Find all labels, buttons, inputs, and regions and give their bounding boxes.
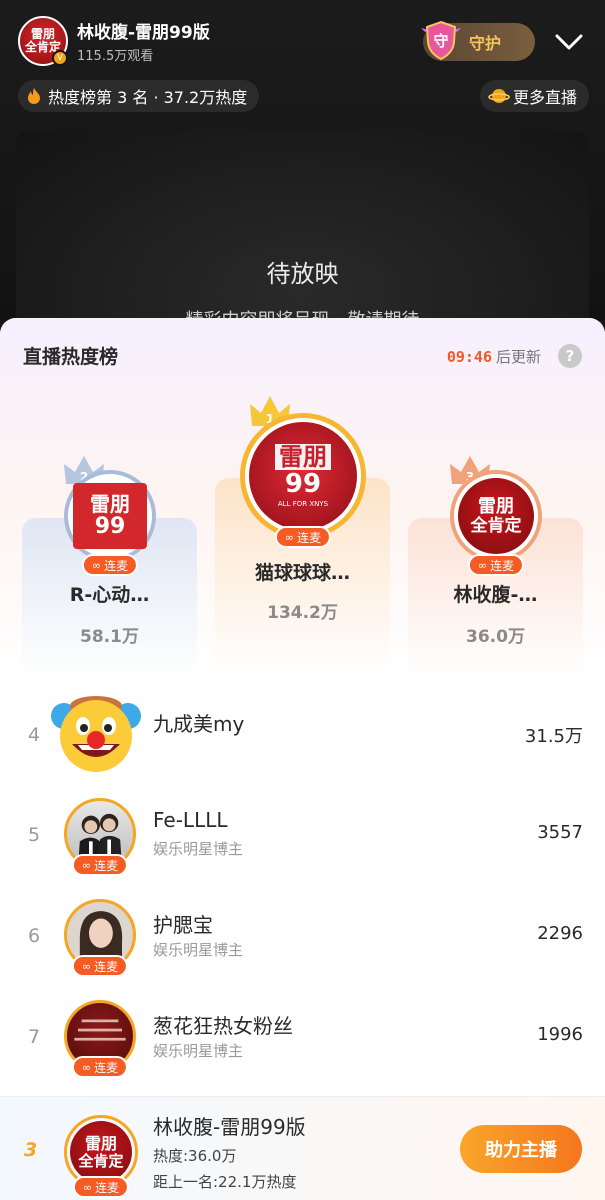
countdown-time: 09:46 [446, 348, 492, 366]
podium-first-name: 猫球球球… [254, 562, 350, 584]
svg-text:守: 守 [433, 32, 448, 50]
list-score: 1996 [537, 1024, 583, 1045]
avatar-99-text: 99 [94, 514, 126, 539]
link-mic-badge: ∞ 连麦 [71, 955, 129, 977]
list-rank: 5 [27, 824, 41, 846]
list-name: 九成美my [153, 712, 245, 736]
planet-icon [488, 89, 510, 103]
video-status: 待放映 [266, 260, 339, 288]
fire-icon [28, 88, 40, 104]
chevron-down-icon[interactable] [553, 28, 585, 56]
update-countdown: 09:46 后更新 [447, 346, 541, 367]
link-mic-badge: ∞ 连麦 [81, 554, 139, 576]
host-info[interactable]: 雷朋 全肯定 V 林收腹-雷朋99版 115.5万观看 [18, 16, 210, 66]
avatar-tagline: ALL FOR XNYS [277, 500, 329, 508]
my-name: 林收腹-雷朋99版 [153, 1115, 306, 1139]
list-item[interactable]: 4 九成美my 31.5万 [0, 686, 605, 786]
my-gap: 距上一名:22.1万热度 [153, 1173, 297, 1191]
list-name: 护腮宝 [153, 913, 213, 937]
podium-second-name: R-心动… [69, 584, 150, 606]
hot-rank-bar[interactable]: 热度榜第 3 名 · 37.2万热度 [18, 80, 260, 112]
list-name: 葱花狂热女粉丝 [153, 1014, 293, 1038]
list-score: 3557 [537, 822, 583, 843]
my-rank-bar: 3 雷朋 全肯定 ∞ 连麦 林收腹-雷朋99版 热度:36.0万 距上一名:22.… [0, 1096, 605, 1200]
video-player[interactable]: 待放映 精彩内容即将呈现，敬请期待 [16, 132, 589, 332]
hot-rank-text: 热度榜第 3 名 · 37.2万热度 [48, 88, 248, 107]
podium-third-avatar[interactable]: 雷朋 全肯定 ∞ 连麦 [450, 470, 542, 576]
guard-button[interactable]: 守 守护 [421, 20, 535, 61]
podium-second-score: 58.1万 [80, 627, 139, 647]
list-rank: 4 [27, 724, 41, 746]
list-item[interactable]: 5 ∞ 连麦 Fe-LLLL 娱乐明星博主 3557 [0, 786, 605, 886]
my-avatar[interactable]: 雷朋 全肯定 ∞ 连麦 [64, 1115, 138, 1198]
guard-shield-icon: 守 [421, 20, 461, 61]
list-rank: 7 [27, 1026, 41, 1048]
host-avatar[interactable]: 雷朋 全肯定 V [18, 16, 68, 66]
my-heat: 热度:36.0万 [153, 1147, 237, 1165]
avatar-brand-text: 雷朋 [478, 495, 514, 517]
podium-third-name: 林收腹-… [453, 584, 538, 606]
link-mic-badge: ∞ 连麦 [467, 554, 525, 576]
boost-button[interactable]: 助力主播 [460, 1125, 582, 1173]
list-subtitle: 娱乐明星博主 [153, 840, 244, 858]
live-header: 雷朋 全肯定 V 林收腹-雷朋99版 115.5万观看 守 守护 热度榜第 3 … [0, 0, 605, 332]
podium-second-avatar[interactable]: 雷朋 99 ∞ 连麦 [64, 470, 156, 576]
list-score: 2296 [537, 923, 583, 944]
countdown-suffix: 后更新 [495, 348, 541, 366]
link-mic-badge: ∞ 连麦 [71, 854, 129, 876]
list-score: 31.5万 [524, 726, 583, 747]
avatar-brand-text: 雷朋 [90, 492, 130, 516]
link-mic-badge: ∞ 连麦 [72, 1176, 130, 1198]
clown-avatar-icon[interactable] [48, 684, 144, 780]
host-name: 林收腹-雷朋99版 [77, 23, 210, 43]
list-subtitle: 娱乐明星博主 [153, 1042, 244, 1060]
list-item[interactable]: 7 ∞ 连麦 葱花狂热女粉丝 娱乐明星博主 1996 [0, 988, 605, 1088]
link-mic-badge: ∞ 连麦 [71, 1056, 129, 1078]
list-name: Fe-LLLL [153, 808, 228, 832]
ranking-sheet: 直播热度榜 09:46后更新 ? 2 雷朋 99 ∞连麦 R-心动… 58.1万… [0, 318, 605, 1200]
list-item[interactable]: 6 ∞ 连麦 护腮宝 娱乐明星博主 2296 [0, 887, 605, 987]
avatar-brand-line2: 全肯定 [78, 1151, 124, 1170]
verified-icon: V [52, 50, 68, 66]
podium-first-avatar[interactable]: 雷朋 99 ALL FOR XNYS ∞ 连麦 [240, 413, 366, 548]
guard-label: 守护 [469, 34, 502, 53]
link-mic-badge: ∞ 连麦 [274, 526, 332, 548]
more-live-button[interactable]: 更多直播 [479, 80, 589, 112]
view-count: 115.5万观看 [77, 49, 154, 64]
avatar-brand-text: 雷朋 [84, 1133, 117, 1153]
avatar-99-text: 99 [284, 469, 322, 499]
avatar-brand-line2: 全肯定 [470, 515, 522, 536]
my-rank: 3 [24, 1139, 38, 1161]
list-subtitle: 娱乐明星博主 [153, 941, 244, 959]
help-icon[interactable]: ? [558, 344, 582, 368]
more-live-label: 更多直播 [512, 88, 577, 107]
podium-first-score: 134.2万 [267, 603, 338, 623]
podium-third-score: 36.0万 [466, 627, 525, 647]
avatar-brand-text: 雷朋 [275, 444, 331, 470]
sheet-title: 直播热度榜 [23, 346, 119, 368]
list-rank: 6 [27, 925, 41, 947]
